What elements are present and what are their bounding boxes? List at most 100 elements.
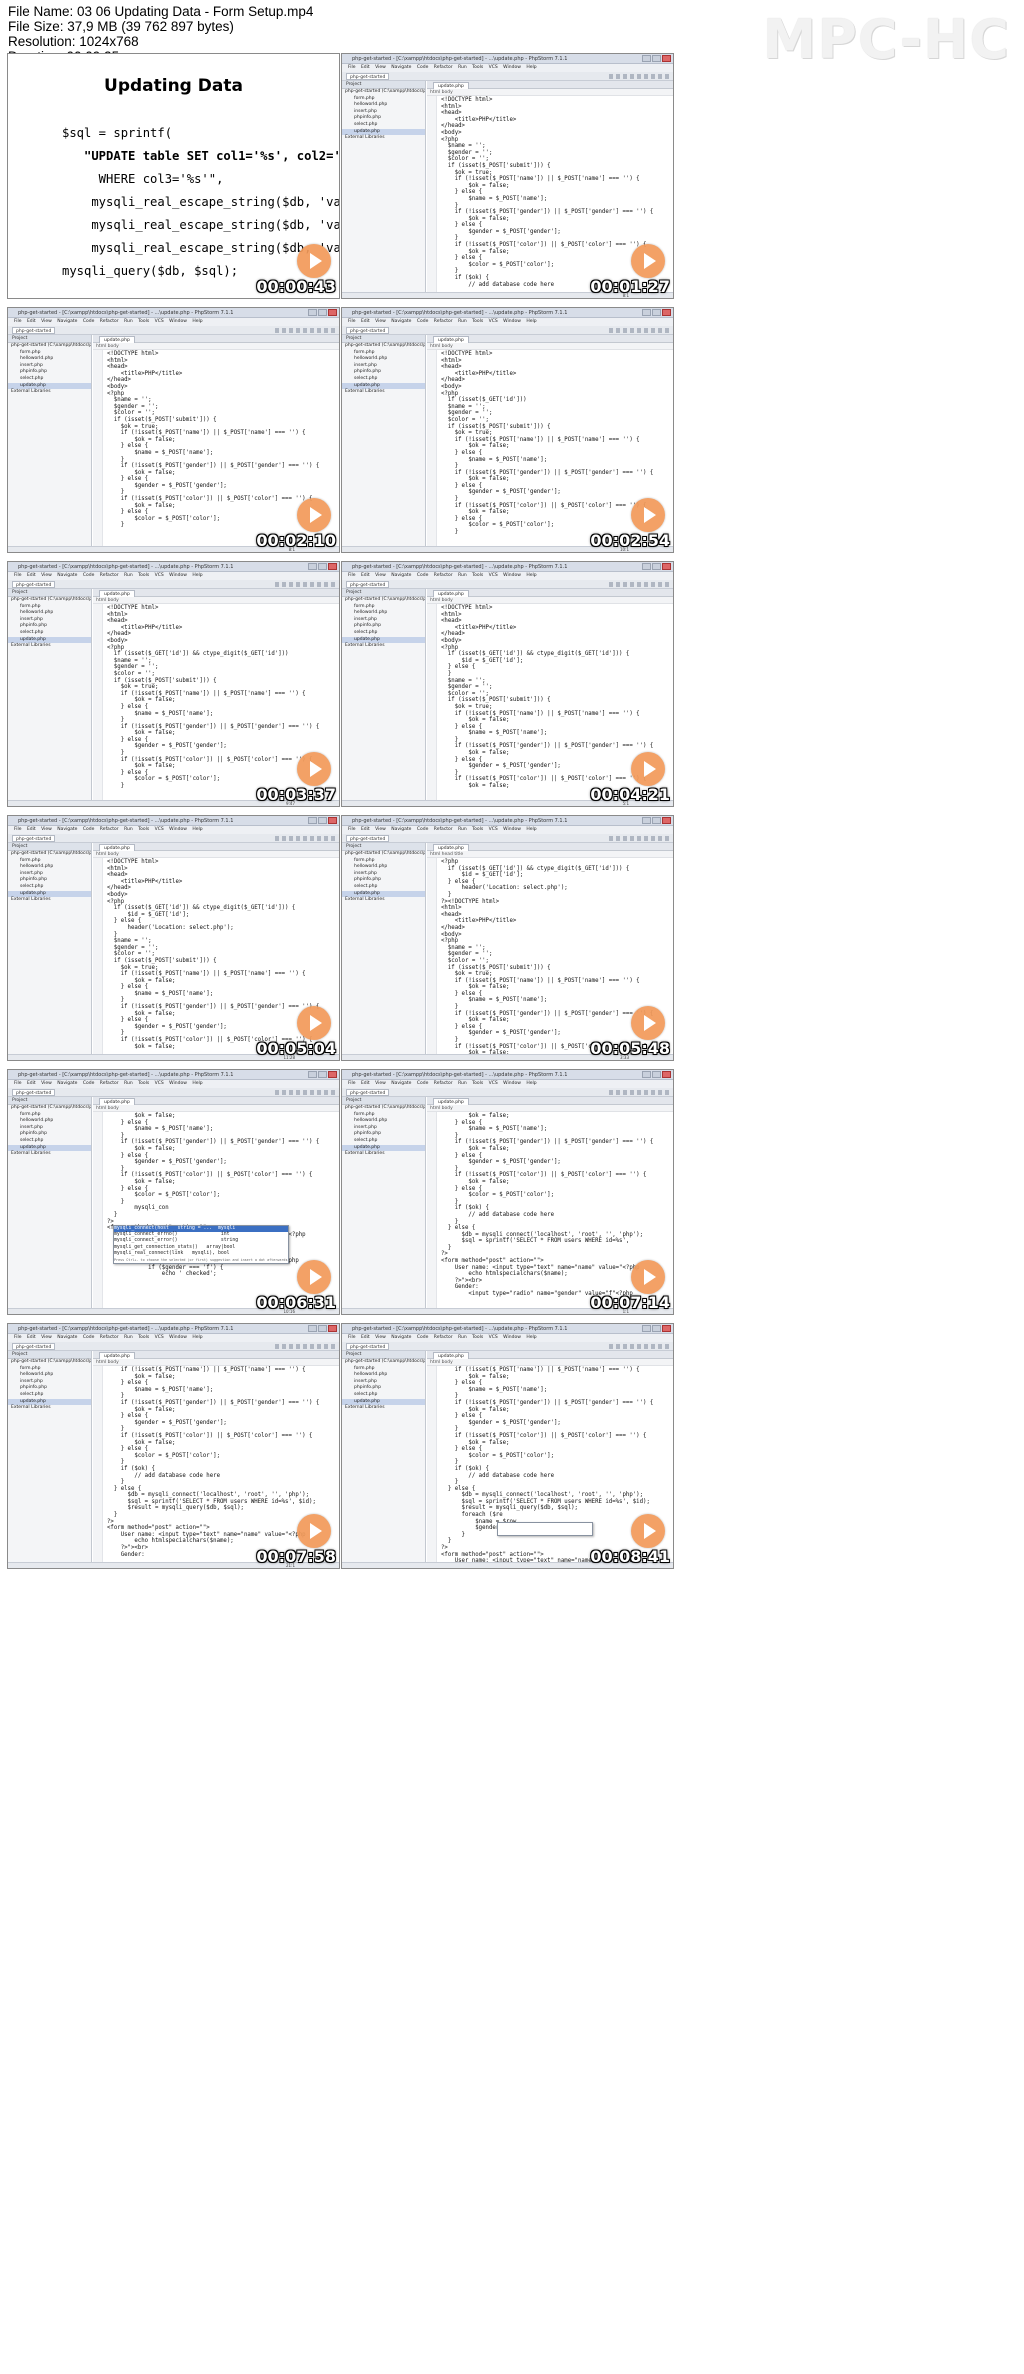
minimize-button[interactable] — [308, 309, 317, 316]
thumbnail-frame[interactable]: php-get-started - [C:\xampp\htdocs\php-g… — [7, 1069, 340, 1315]
project-tree-item[interactable]: select.php — [8, 1138, 91, 1145]
play-icon[interactable] — [631, 1006, 665, 1040]
maximize-button[interactable] — [318, 1071, 327, 1078]
close-button[interactable] — [328, 1325, 337, 1332]
minimize-button[interactable] — [642, 563, 651, 570]
project-tree-item[interactable]: helloworld.php — [342, 1372, 425, 1379]
project-tree-item[interactable]: select.php — [342, 884, 425, 891]
maximize-button[interactable] — [652, 309, 661, 316]
project-tree-item[interactable]: External Libraries — [342, 643, 425, 650]
close-button[interactable] — [328, 1071, 337, 1078]
project-tree-item[interactable]: phpinfo.php — [8, 623, 91, 630]
play-icon[interactable] — [297, 1006, 331, 1040]
ide-menubar[interactable]: File Edit View Navigate Code Refactor Ru… — [342, 64, 673, 72]
project-breadcrumb[interactable]: php-get-started — [346, 327, 390, 334]
thumbnail-frame[interactable]: php-get-started - [C:\xampp\htdocs\php-g… — [341, 1069, 674, 1315]
project-tree-item[interactable]: php-get-started (C:\xampp\htdocs\php-get… — [342, 343, 425, 350]
project-breadcrumb[interactable]: php-get-started — [12, 581, 56, 588]
project-tree-item[interactable]: helloworld.php — [8, 1118, 91, 1125]
minimize-button[interactable] — [308, 1071, 317, 1078]
ide-menubar[interactable]: File Edit View Navigate Code Refactor Ru… — [342, 572, 673, 580]
editor-tab-update-php[interactable]: update.php — [433, 82, 469, 89]
editor-tab-update-php[interactable]: update.php — [99, 1098, 135, 1105]
project-tree-item[interactable]: phpinfo.php — [8, 369, 91, 376]
project-tree-item[interactable]: select.php — [8, 1392, 91, 1399]
play-icon[interactable] — [297, 1260, 331, 1294]
play-icon[interactable] — [631, 1260, 665, 1294]
project-tree-item[interactable]: phpinfo.php — [8, 1385, 91, 1392]
toolbar-icons[interactable] — [275, 1090, 335, 1095]
project-tree-item[interactable]: helloworld.php — [8, 864, 91, 871]
toolbar-icons[interactable] — [609, 582, 669, 587]
project-tree-item[interactable]: helloworld.php — [342, 102, 425, 109]
autocomplete-popup[interactable] — [497, 1522, 593, 1536]
ide-menubar[interactable]: File Edit View Navigate Code Refactor Ru… — [8, 1080, 339, 1088]
close-button[interactable] — [662, 55, 671, 62]
project-tree-item[interactable]: php-get-started (C:\xampp\htdocs\php-get… — [342, 89, 425, 96]
project-breadcrumb[interactable]: php-get-started — [12, 1343, 56, 1350]
project-tree-item[interactable]: php-get-started (C:\xampp\htdocs\php-get… — [8, 597, 91, 604]
maximize-button[interactable] — [318, 817, 327, 824]
ide-menubar[interactable]: File Edit View Navigate Code Refactor Ru… — [342, 826, 673, 834]
thumbnail-frame[interactable]: php-get-started - [C:\xampp\htdocs\php-g… — [7, 1323, 340, 1569]
thumbnail-frame[interactable]: php-get-started - [C:\xampp\htdocs\php-g… — [7, 307, 340, 553]
toolbar-icons[interactable] — [275, 582, 335, 587]
close-button[interactable] — [328, 817, 337, 824]
project-tree-item[interactable]: phpinfo.php — [342, 1131, 425, 1138]
play-icon[interactable] — [631, 752, 665, 786]
editor-tab-update-php[interactable]: update.php — [433, 590, 469, 597]
toolbar-icons[interactable] — [609, 1344, 669, 1349]
maximize-button[interactable] — [652, 1325, 661, 1332]
ide-menubar[interactable]: File Edit View Navigate Code Refactor Ru… — [8, 318, 339, 326]
toolbar-icons[interactable] — [275, 836, 335, 841]
thumbnail-frame[interactable]: php-get-started - [C:\xampp\htdocs\php-g… — [341, 307, 674, 553]
project-tree-item[interactable]: php-get-started (C:\xampp\htdocs\php-get… — [342, 597, 425, 604]
maximize-button[interactable] — [652, 1071, 661, 1078]
play-icon[interactable] — [297, 244, 331, 278]
play-icon[interactable] — [631, 244, 665, 278]
play-icon[interactable] — [297, 498, 331, 532]
editor-tab-update-php[interactable]: update.php — [99, 844, 135, 851]
maximize-button[interactable] — [652, 817, 661, 824]
thumbnail-frame[interactable]: php-get-started - [C:\xampp\htdocs\php-g… — [341, 53, 674, 299]
project-tree-item[interactable]: helloworld.php — [8, 610, 91, 617]
minimize-button[interactable] — [642, 817, 651, 824]
maximize-button[interactable] — [318, 563, 327, 570]
minimize-button[interactable] — [642, 1325, 651, 1332]
maximize-button[interactable] — [318, 309, 327, 316]
project-tree-item[interactable]: External Libraries — [8, 897, 91, 904]
editor-tab-update-php[interactable]: update.php — [433, 844, 469, 851]
thumbnail-frame[interactable]: php-get-started - [C:\xampp\htdocs\php-g… — [7, 815, 340, 1061]
project-tree-item[interactable]: phpinfo.php — [342, 369, 425, 376]
editor-tab-update-php[interactable]: update.php — [433, 1098, 469, 1105]
project-tree-item[interactable]: External Libraries — [342, 135, 425, 142]
ide-menubar[interactable]: File Edit View Navigate Code Refactor Ru… — [342, 1080, 673, 1088]
thumbnail-frame[interactable]: php-get-started - [C:\xampp\htdocs\php-g… — [7, 561, 340, 807]
project-tree-item[interactable]: php-get-started (C:\xampp\htdocs\php-get… — [8, 343, 91, 350]
project-tree-item[interactable]: select.php — [8, 884, 91, 891]
close-button[interactable] — [662, 817, 671, 824]
close-button[interactable] — [662, 309, 671, 316]
toolbar-icons[interactable] — [609, 328, 669, 333]
project-tree-item[interactable]: php-get-started (C:\xampp\htdocs\php-get… — [8, 851, 91, 858]
ide-menubar[interactable]: File Edit View Navigate Code Refactor Ru… — [342, 318, 673, 326]
project-tree-item[interactable]: php-get-started (C:\xampp\htdocs\php-get… — [8, 1359, 91, 1366]
project-tree-item[interactable]: External Libraries — [8, 1151, 91, 1158]
project-breadcrumb[interactable]: php-get-started — [346, 1089, 390, 1096]
close-button[interactable] — [662, 1071, 671, 1078]
project-tree-item[interactable]: php-get-started (C:\xampp\htdocs\php-get… — [342, 851, 425, 858]
project-tree-item[interactable]: phpinfo.php — [8, 1131, 91, 1138]
project-tree-item[interactable]: select.php — [342, 630, 425, 637]
project-tree-item[interactable]: phpinfo.php — [342, 623, 425, 630]
minimize-button[interactable] — [642, 1071, 651, 1078]
maximize-button[interactable] — [652, 55, 661, 62]
maximize-button[interactable] — [652, 563, 661, 570]
thumbnail-frame[interactable]: Updating Data $sql = sprintf( "UPDATE tab… — [7, 53, 340, 299]
project-tree-item[interactable]: External Libraries — [342, 1151, 425, 1158]
maximize-button[interactable] — [318, 1325, 327, 1332]
minimize-button[interactable] — [642, 55, 651, 62]
autocomplete-popup[interactable]: mysqli_connect(host string = ... mysqli m… — [113, 1225, 289, 1265]
project-tree-item[interactable]: phpinfo.php — [8, 877, 91, 884]
play-icon[interactable] — [631, 1514, 665, 1548]
editor-tab-update-php[interactable]: update.php — [99, 1352, 135, 1359]
